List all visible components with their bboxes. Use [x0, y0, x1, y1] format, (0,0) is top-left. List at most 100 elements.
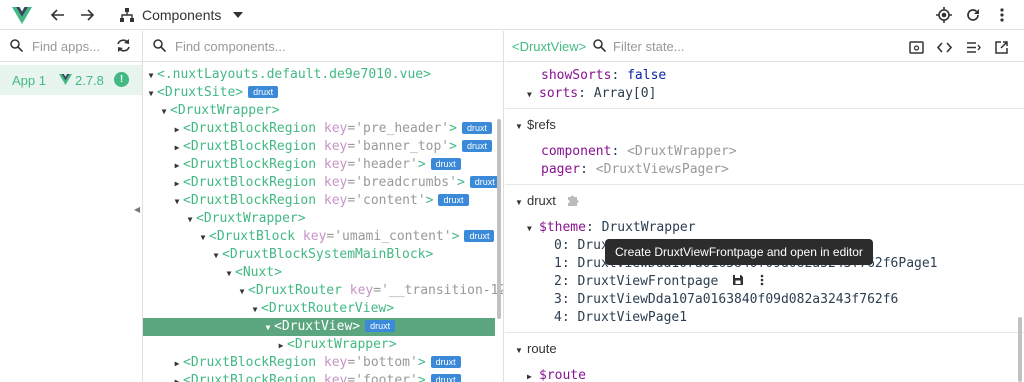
tree-row[interactable]: ▼ <DruxtRouterView>: [143, 300, 495, 318]
search-icon: [153, 39, 166, 52]
component-key: key='umami_content': [302, 229, 452, 244]
filter-state-input[interactable]: Filter state...: [613, 39, 685, 54]
tree-row[interactable]: ▼ <DruxtBlock key='umami_content'> druxt: [143, 228, 495, 246]
collapsed-arrow-icon[interactable]: ▶: [171, 121, 183, 139]
refs-component[interactable]: component: <DruxtWrapper>: [541, 143, 737, 161]
refresh-icon[interactable]: [116, 38, 131, 53]
app-name: App 1: [12, 73, 46, 88]
vue-logo: [12, 7, 32, 24]
tree-row[interactable]: ▼ <DruxtView> druxt: [143, 318, 495, 336]
route-section-toggle[interactable]: ▼ route: [515, 341, 557, 356]
druxt-badge: druxt: [461, 122, 492, 134]
collapsed-arrow-icon[interactable]: ▶: [171, 157, 183, 175]
expanded-arrow-icon[interactable]: ▼: [171, 193, 183, 211]
divider: [505, 108, 1024, 109]
component-tag: <DruxtView>: [274, 319, 361, 334]
expanded-arrow-icon[interactable]: ▼: [145, 85, 157, 103]
theme-toggle[interactable]: ▼ $theme: DruxtWrapper: [527, 219, 696, 238]
component-tag: <DruxtRouterView>: [261, 301, 395, 316]
component-tag: <DruxtBlockRegion: [183, 121, 317, 136]
component-tag: <DruxtBlockRegion: [183, 373, 317, 382]
collapsed-arrow-icon[interactable]: ▶: [171, 139, 183, 157]
state-showSorts[interactable]: showSorts: false: [541, 67, 666, 85]
tree-row[interactable]: ▶ <DruxtWrapper>: [143, 336, 495, 354]
state-header: <DruxtView> Filter state...: [505, 31, 1024, 62]
tree-row[interactable]: ▶ <DruxtBlockRegion key='header'> druxt: [143, 156, 495, 174]
druxt-badge: druxt: [438, 194, 469, 206]
collapsed-arrow-icon[interactable]: ▶: [171, 175, 183, 193]
vue-logo: [59, 74, 72, 85]
theme-item-2[interactable]: 2: DruxtViewFrontpage: [554, 273, 764, 291]
warning-badge: !: [114, 72, 129, 87]
more-vert-icon[interactable]: [991, 4, 1013, 26]
open-in-editor-icon[interactable]: [992, 38, 1010, 56]
tree-row[interactable]: ▼ <DruxtRouter key='__transition-12': [143, 282, 503, 301]
components-search-input[interactable]: Find components...: [175, 39, 286, 54]
expanded-arrow-icon[interactable]: ▼: [210, 247, 222, 265]
component-tag: <DruxtBlockRegion: [183, 139, 317, 154]
tag-close: >: [451, 229, 460, 244]
tree-row[interactable]: ▼ <DruxtBlockSystemMainBlock>: [143, 246, 495, 264]
druxt-badge: druxt: [430, 374, 461, 382]
tree-row[interactable]: ▼ <DruxtBlockRegion key='content'> druxt: [143, 192, 495, 210]
state-scrollbar[interactable]: [1018, 317, 1022, 382]
forward-arrow-icon[interactable]: [76, 4, 98, 26]
tree-row[interactable]: ▼ <Nuxt>: [143, 264, 495, 282]
back-arrow-icon[interactable]: [47, 4, 69, 26]
collapsed-arrow-icon[interactable]: ▶: [171, 373, 183, 382]
expanded-arrow-icon[interactable]: ▼: [262, 319, 274, 337]
save-icon[interactable]: [732, 274, 744, 286]
tree-scrollbar[interactable]: [497, 119, 501, 319]
tree-row[interactable]: ▶ <DruxtBlockRegion key='footer'> druxt: [143, 372, 495, 382]
collapsed-arrow-icon[interactable]: ▶: [275, 337, 287, 355]
divider: [505, 184, 1024, 185]
collapse-left-icon[interactable]: ◀: [134, 205, 140, 214]
tree-row[interactable]: ▶ <DruxtBlockRegion key='bottom'> druxt: [143, 354, 495, 372]
code-icon[interactable]: [935, 38, 953, 56]
theme-item-3[interactable]: 3: DruxtViewDda107a0163840f09d082a3243f7…: [554, 291, 898, 309]
inspect-dom-icon[interactable]: [907, 38, 925, 56]
more-vert-icon[interactable]: [760, 274, 764, 286]
tree-row[interactable]: ▼ <DruxtWrapper>: [143, 102, 495, 120]
component-key: key='pre_header': [323, 121, 450, 136]
expanded-arrow-icon[interactable]: ▼: [197, 229, 209, 247]
tag-close: >: [456, 175, 465, 190]
apps-search-input[interactable]: Find apps...: [32, 39, 100, 54]
apps-pane: Find apps... App 1 2.7.8 !: [0, 31, 143, 382]
chevron-down-icon: [233, 12, 244, 18]
filter-list-icon[interactable]: [964, 38, 982, 56]
component-key: key='breadcrumbs': [323, 175, 457, 190]
expanded-arrow-icon[interactable]: ▼: [249, 301, 261, 319]
target-icon[interactable]: [933, 4, 955, 26]
component-tag: <DruxtRouter: [248, 283, 342, 298]
expanded-arrow-icon[interactable]: ▼: [145, 67, 157, 85]
route-item[interactable]: ▶ $route: [527, 367, 586, 382]
tree-row[interactable]: ▶ <DruxtBlockRegion key='banner_top'> drux…: [143, 138, 495, 156]
refs-pager[interactable]: pager: <DruxtViewsPager>: [541, 161, 729, 179]
tree-row[interactable]: ▼ <.nuxtLayouts.default.de9e7010.vue>: [143, 66, 495, 84]
collapsed-arrow-icon[interactable]: ▶: [171, 355, 183, 373]
expanded-arrow-icon[interactable]: ▼: [184, 211, 196, 229]
tree-row[interactable]: ▶ <DruxtBlockRegion key='pre_header'> drux…: [143, 120, 495, 138]
theme-item-4[interactable]: 4: DruxtViewPage1: [554, 309, 687, 327]
druxt-badge: druxt: [461, 140, 492, 152]
component-tag: <DruxtWrapper>: [287, 337, 397, 352]
expanded-arrow-icon[interactable]: ▼: [223, 265, 235, 283]
expanded-arrow-icon[interactable]: ▼: [158, 103, 170, 121]
selected-component-name: <DruxtView>: [512, 39, 587, 54]
expanded-arrow-icon[interactable]: ▼: [236, 283, 248, 301]
component-tag: <.nuxtLayouts.default.de9e7010.vue>: [157, 67, 431, 82]
tag-close: >: [417, 157, 426, 172]
tree-row[interactable]: ▼ <DruxtSite> druxt: [143, 84, 495, 102]
tree-row[interactable]: ▶ <DruxtBlockRegion key='breadcrumbs'> dru…: [143, 174, 500, 193]
component-key: key='bottom': [323, 355, 418, 370]
app-item[interactable]: App 1 2.7.8 !: [0, 65, 142, 95]
druxt-section-toggle[interactable]: ▼ druxt: [515, 193, 580, 208]
breadcrumb-label: Components: [142, 7, 222, 23]
components-breadcrumb[interactable]: Components: [120, 4, 244, 26]
state-sorts[interactable]: ▼ sorts: Array[0]: [527, 85, 656, 104]
refs-section-toggle[interactable]: ▼ $refs: [515, 117, 556, 132]
tree-row[interactable]: ▼ <DruxtWrapper>: [143, 210, 495, 228]
refresh-icon[interactable]: [962, 4, 984, 26]
component-tag: <DruxtBlockRegion: [183, 193, 317, 208]
